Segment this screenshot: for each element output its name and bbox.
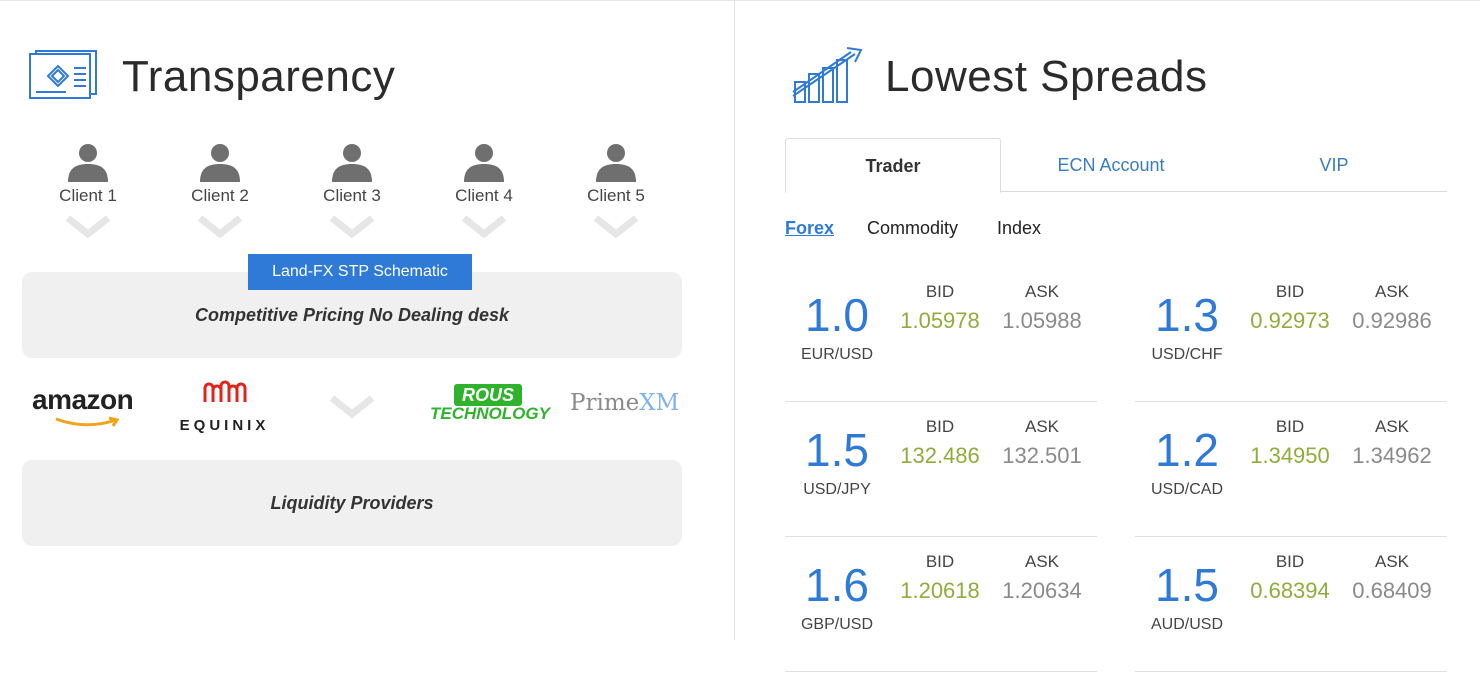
ask-label: ASK: [1374, 552, 1410, 571]
quote-card: 1.6 GBP/USD BID ASK 1.20618 1.20634: [785, 538, 1097, 672]
bid-price: 0.92973: [1250, 308, 1330, 333]
ask-label: ASK: [1374, 282, 1410, 301]
transparency-section: Transparency Client 1 Client 2 Client 3 …: [0, 0, 734, 686]
bid-price: 1.34950: [1250, 443, 1330, 468]
bid-price: 1.20618: [900, 578, 980, 603]
prime-wordmark: Prime: [570, 390, 640, 416]
client-label: Client 3: [323, 186, 381, 205]
client-1: Client 1: [22, 140, 154, 238]
spread-value: 1.0: [805, 289, 869, 341]
ask-price: 1.05988: [1002, 308, 1082, 333]
chevron-down-icon: [330, 395, 374, 419]
bid-label: BID: [1275, 417, 1305, 436]
tab-trader[interactable]: Trader: [785, 138, 1001, 193]
ask-label: ASK: [1024, 552, 1060, 571]
lowest-spreads-title: Lowest Spreads: [885, 52, 1208, 101]
ask-price: 1.20634: [1002, 578, 1082, 603]
client-4: Client 4: [418, 140, 550, 238]
quote-card: 1.5 USD/JPY BID ASK 132.486 132.501: [785, 403, 1097, 537]
chevron-down-icon: [594, 216, 638, 238]
currency-pair: USD/CAD: [1150, 481, 1223, 498]
quote-card: 1.0 EUR/USD BID ASK 1.05978 1.05988: [785, 268, 1097, 402]
chevron-down-icon: [462, 216, 506, 238]
subtab-forex[interactable]: Forex: [785, 218, 834, 239]
chevron-down-icon: [330, 216, 374, 238]
rous-wordmark: ROUS: [453, 384, 522, 406]
currency-pair: EUR/USD: [800, 346, 873, 363]
transparency-title: Transparency: [122, 52, 396, 101]
amazon-smile-icon: [55, 416, 120, 427]
equinix-mark-icon: [203, 380, 246, 402]
rous-technology-logo: ROUS TECHNOLOGY: [430, 384, 550, 444]
bid-label: BID: [1275, 282, 1305, 301]
currency-pair: AUD/USD: [1150, 616, 1223, 633]
client-3: Client 3: [286, 140, 418, 238]
ask-price: 0.68409: [1352, 578, 1432, 603]
spread-value: 1.2: [1155, 424, 1219, 476]
liquidity-providers-box: Liquidity Providers: [22, 460, 682, 546]
amazon-wordmark: amazon: [32, 384, 134, 415]
account-tabs: Trader ECN Account VIP: [785, 138, 1447, 193]
equinix-wordmark: EQUINIX: [179, 417, 270, 434]
technology-wordmark: TECHNOLOGY: [430, 404, 550, 423]
quote-card: 1.5 AUD/USD BID ASK 0.68394 0.68409: [1135, 538, 1447, 672]
primexm-logo: PrimeXM: [570, 390, 679, 450]
quote-card: 1.3 USD/CHF BID ASK 0.92973 0.92986: [1135, 268, 1447, 402]
client-label: Client 1: [59, 186, 117, 205]
bid-label: BID: [925, 552, 955, 571]
bid-price: 1.05978: [900, 308, 980, 333]
bid-label: BID: [925, 417, 955, 436]
document-icon: [29, 50, 97, 99]
chevron-down-icon: [198, 216, 242, 238]
client-5: Client 5: [550, 140, 682, 238]
amazon-logo: amazon: [32, 384, 147, 444]
chevron-down-icon: [66, 216, 110, 238]
tab-ecn-account[interactable]: ECN Account: [1001, 138, 1221, 192]
equinix-logo: EQUINIX: [162, 380, 287, 440]
currency-pair: GBP/USD: [800, 616, 873, 633]
subtab-commodity[interactable]: Commodity: [867, 218, 958, 239]
lowest-spreads-section: Lowest Spreads Trader ECN Account VIP Fo…: [735, 0, 1480, 686]
spread-value: 1.3: [1155, 289, 1219, 341]
client-label: Client 4: [455, 186, 513, 205]
tab-vip[interactable]: VIP: [1221, 138, 1447, 192]
bid-price: 0.68394: [1250, 578, 1330, 603]
person-icon: [200, 144, 240, 182]
person-icon: [596, 144, 636, 182]
quote-card: 1.2 USD/CAD BID ASK 1.34950 1.34962: [1135, 403, 1447, 537]
person-icon: [464, 144, 504, 182]
providers-row: amazon EQUINIX ROUS TECHNOLOGY PrimeXM: [22, 380, 682, 440]
client-label: Client 2: [191, 186, 249, 205]
ask-label: ASK: [1374, 417, 1410, 436]
ask-price: 0.92986: [1352, 308, 1432, 333]
spread-value: 1.5: [805, 424, 869, 476]
bid-label: BID: [1275, 552, 1305, 571]
currency-pair: USD/JPY: [803, 481, 871, 498]
bid-price: 132.486: [900, 443, 980, 468]
currency-pair: USD/CHF: [1151, 346, 1223, 363]
spread-value: 1.5: [1155, 559, 1219, 611]
ask-label: ASK: [1024, 282, 1060, 301]
ask-label: ASK: [1024, 417, 1060, 436]
client-2: Client 2: [154, 140, 286, 238]
person-icon: [68, 144, 108, 182]
ask-price: 132.501: [1002, 443, 1082, 468]
ask-price: 1.34962: [1352, 443, 1432, 468]
spread-value: 1.6: [805, 559, 869, 611]
stp-schematic-badge: Land-FX STP Schematic: [248, 254, 472, 290]
xm-wordmark: XM: [639, 390, 680, 416]
bid-label: BID: [925, 282, 955, 301]
clients-row: Client 1 Client 2 Client 3 Client 4 Clie…: [22, 140, 682, 250]
client-label: Client 5: [587, 186, 645, 205]
subtab-index[interactable]: Index: [997, 218, 1041, 239]
person-icon: [332, 144, 372, 182]
growth-chart-icon: [792, 47, 863, 103]
